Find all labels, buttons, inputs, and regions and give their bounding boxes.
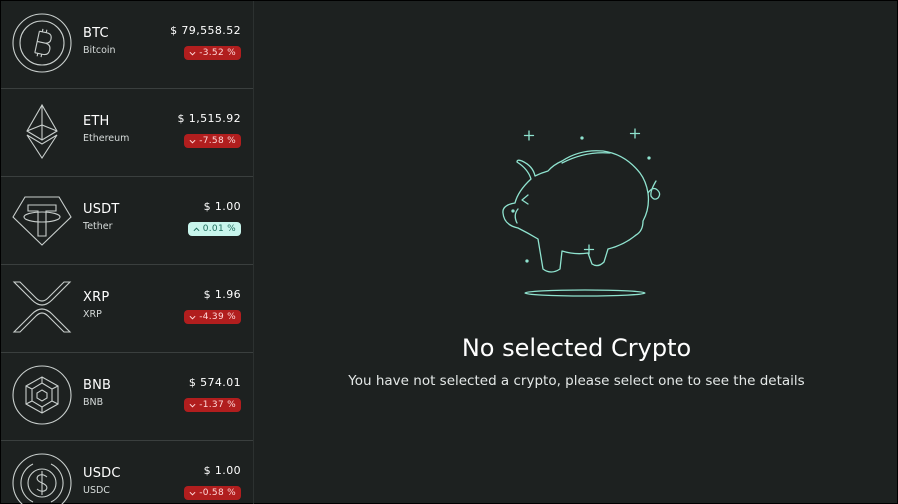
coin-row-usdt[interactable]: USDT Tether $ 1.00 0.01 % xyxy=(1,177,253,265)
xrp-icon xyxy=(11,276,73,338)
coin-symbol: BNB xyxy=(83,378,112,393)
coin-row-xrp[interactable]: XRP XRP $ 1.96 -4.39 % xyxy=(1,265,253,353)
coin-name: BNB xyxy=(83,397,104,408)
chevron-down-icon xyxy=(189,403,196,408)
coin-symbol: USDT xyxy=(83,202,120,217)
chevron-down-icon xyxy=(189,491,196,496)
chevron-down-icon xyxy=(189,139,196,144)
coin-name: XRP xyxy=(83,309,102,320)
price-change-value: -7.58 % xyxy=(199,136,236,146)
empty-state-subtitle: You have not selected a crypto, please s… xyxy=(348,373,805,389)
coin-row-bnb[interactable]: BNB BNB $ 574.01 -1.37 % xyxy=(1,353,253,441)
coin-name: Bitcoin xyxy=(83,45,116,56)
chevron-down-icon xyxy=(189,51,196,56)
price-change-value: -4.39 % xyxy=(199,312,236,322)
ethereum-icon xyxy=(11,100,73,162)
coin-price: $ 1.00 xyxy=(203,200,241,213)
coin-symbol: BTC xyxy=(83,26,109,41)
details-panel: No selected Crypto You have not selected… xyxy=(254,1,898,504)
price-change-badge: -0.58 % xyxy=(184,486,241,500)
coin-name: Ethereum xyxy=(83,133,130,144)
price-change-value: 0.01 % xyxy=(202,224,236,234)
price-change-value: -0.58 % xyxy=(199,488,236,498)
app-window: BTC Bitcoin $ 79,558.52 -3.52 % ETH Ethe… xyxy=(0,0,898,504)
coin-row-btc[interactable]: BTC Bitcoin $ 79,558.52 -3.52 % xyxy=(1,1,253,89)
coin-symbol: XRP xyxy=(83,290,110,305)
coin-row-usdc[interactable]: USDC USDC $ 1.00 -0.58 % xyxy=(1,441,253,504)
coin-symbol: ETH xyxy=(83,114,110,129)
price-change-badge: -7.58 % xyxy=(184,134,241,148)
empty-state-title: No selected Crypto xyxy=(461,334,692,362)
coin-price: $ 1,515.92 xyxy=(177,112,241,125)
coin-price: $ 574.01 xyxy=(188,376,241,389)
coin-row-eth[interactable]: ETH Ethereum $ 1,515.92 -7.58 % xyxy=(1,89,253,177)
price-change-value: -3.52 % xyxy=(199,48,236,58)
price-change-badge: -4.39 % xyxy=(184,310,241,324)
price-change-badge: 0.01 % xyxy=(187,222,241,236)
chevron-up-icon xyxy=(193,226,200,231)
bnb-icon xyxy=(11,364,73,426)
coin-symbol: USDC xyxy=(83,466,121,481)
usdc-icon xyxy=(11,452,73,504)
coin-name: USDC xyxy=(83,485,110,496)
coin-name: Tether xyxy=(83,221,113,232)
bitcoin-icon xyxy=(11,12,73,74)
price-change-badge: -3.52 % xyxy=(184,46,241,60)
tether-icon xyxy=(11,188,73,250)
chevron-down-icon xyxy=(189,315,196,320)
piggy-bank-icon xyxy=(500,121,670,301)
coin-price: $ 1.00 xyxy=(203,464,241,477)
coin-price: $ 1.96 xyxy=(203,288,241,301)
price-change-badge: -1.37 % xyxy=(184,398,241,412)
coin-price: $ 79,558.52 xyxy=(170,24,241,37)
price-change-value: -1.37 % xyxy=(199,400,236,410)
crypto-list: BTC Bitcoin $ 79,558.52 -3.52 % ETH Ethe… xyxy=(1,1,254,504)
